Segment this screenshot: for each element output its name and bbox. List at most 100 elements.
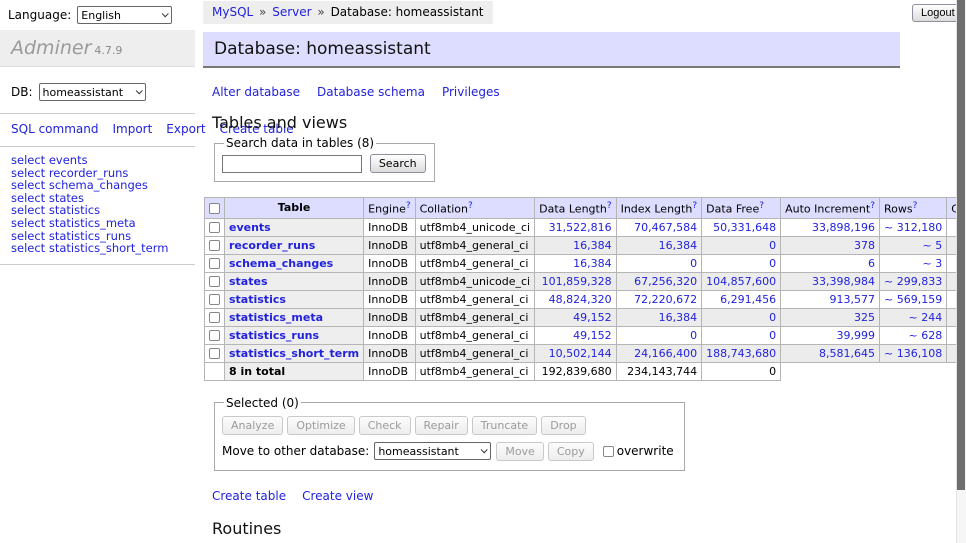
- row-checkbox[interactable]: [209, 348, 220, 359]
- data-length-link[interactable]: 49,152: [573, 329, 612, 342]
- table-total-row: 8 in totalInnoDButf8mb4_general_ci192,83…: [205, 362, 966, 380]
- move-button[interactable]: Move: [496, 442, 544, 461]
- data-length-link[interactable]: 101,859,328: [542, 275, 612, 288]
- auto-increment-link[interactable]: 913,577: [830, 293, 876, 306]
- row-checkbox[interactable]: [209, 294, 220, 305]
- rows-link[interactable]: ~ 628: [908, 329, 942, 342]
- table-name-link[interactable]: states: [229, 275, 268, 288]
- repair-button[interactable]: Repair: [415, 416, 468, 435]
- overwrite-checkbox[interactable]: [603, 446, 614, 457]
- sidebar-select-statistics_short_term[interactable]: select statistics_short_term: [11, 242, 195, 255]
- rows-link[interactable]: ~ 244: [908, 311, 942, 324]
- table-name-link[interactable]: statistics_meta: [229, 311, 323, 324]
- row-checkbox[interactable]: [209, 222, 220, 233]
- row-checkbox[interactable]: [209, 240, 220, 251]
- table-name-link[interactable]: statistics: [229, 293, 286, 306]
- table-name-link[interactable]: events: [229, 221, 271, 234]
- table-name-link[interactable]: statistics_runs: [229, 329, 319, 342]
- sidebar-link-sql-command[interactable]: SQL command: [11, 122, 98, 136]
- data-free-link[interactable]: 0: [769, 239, 776, 252]
- index-length-link[interactable]: 67,256,320: [634, 275, 697, 288]
- data-free-link[interactable]: 104,857,600: [706, 275, 776, 288]
- auto-increment-link[interactable]: 6: [868, 257, 875, 270]
- analyze-button[interactable]: Analyze: [222, 416, 283, 435]
- rows-link[interactable]: ~ 136,108: [884, 347, 942, 360]
- help-link[interactable]: ?: [692, 201, 697, 211]
- data-free-link[interactable]: 188,743,680: [706, 347, 776, 360]
- index-length-link[interactable]: 16,384: [659, 311, 698, 324]
- index-length-link[interactable]: 16,384: [659, 239, 698, 252]
- data-length-link[interactable]: 10,502,144: [549, 347, 612, 360]
- help-link[interactable]: ?: [468, 201, 473, 211]
- help-link[interactable]: ?: [607, 201, 612, 211]
- db-select[interactable]: homeassistant: [39, 83, 146, 101]
- data-length-link[interactable]: 16,384: [573, 239, 612, 252]
- rows-link[interactable]: ~ 3: [922, 257, 942, 270]
- data-free-link[interactable]: 6,291,456: [720, 293, 776, 306]
- data-free-link[interactable]: 50,331,648: [713, 221, 776, 234]
- row-checkbox[interactable]: [209, 330, 220, 341]
- truncate-button[interactable]: Truncate: [472, 416, 537, 435]
- auto-increment-link[interactable]: 33,898,196: [812, 221, 875, 234]
- data-length-link[interactable]: 31,522,816: [549, 221, 612, 234]
- copy-button[interactable]: Copy: [548, 442, 594, 461]
- sidebar-select-schema_changes[interactable]: select schema_changes: [11, 179, 195, 192]
- index-length-link[interactable]: 70,467,584: [634, 221, 697, 234]
- action-link-alter-database[interactable]: Alter database: [212, 85, 300, 99]
- help-link[interactable]: ?: [913, 201, 918, 211]
- auto-increment-cell: 378: [781, 236, 880, 254]
- search-button[interactable]: Search: [370, 154, 426, 173]
- help-link[interactable]: ?: [870, 201, 875, 211]
- auto-increment-link[interactable]: 33,398,984: [812, 275, 875, 288]
- index-length-link[interactable]: 0: [690, 329, 697, 342]
- link-create-view[interactable]: Create view: [302, 489, 373, 503]
- help-link[interactable]: ?: [406, 201, 411, 211]
- sidebar-select-events[interactable]: select events: [11, 154, 195, 167]
- link-create-table[interactable]: Create table: [212, 489, 286, 503]
- breadcrumb-mysql-link[interactable]: MySQL: [212, 5, 253, 19]
- row-checkbox-cell: [205, 236, 225, 254]
- action-link-database-schema[interactable]: Database schema: [317, 85, 425, 99]
- rows-link[interactable]: ~ 5: [922, 239, 942, 252]
- index-length-link[interactable]: 0: [690, 257, 697, 270]
- row-checkbox[interactable]: [209, 276, 220, 287]
- auto-increment-link[interactable]: 39,999: [837, 329, 876, 342]
- sidebar-link-export[interactable]: Export: [166, 122, 205, 136]
- index-length-link[interactable]: 72,220,672: [634, 293, 697, 306]
- vertical-scrollbar-thumb[interactable]: [957, 0, 965, 490]
- auto-increment-link[interactable]: 325: [854, 311, 875, 324]
- drop-button[interactable]: Drop: [541, 416, 585, 435]
- action-link-privileges[interactable]: Privileges: [442, 85, 500, 99]
- breadcrumb-server-link[interactable]: Server: [272, 5, 311, 19]
- rows-link[interactable]: ~ 569,159: [884, 293, 942, 306]
- table-name-link[interactable]: recorder_runs: [229, 239, 315, 252]
- table-name-cell: recorder_runs: [225, 236, 364, 254]
- auto-increment-link[interactable]: 8,581,645: [819, 347, 875, 360]
- sidebar-select-statistics_meta[interactable]: select statistics_meta: [11, 217, 195, 230]
- sidebar-link-import[interactable]: Import: [112, 122, 152, 136]
- row-checkbox[interactable]: [209, 258, 220, 269]
- collation-cell: utf8mb4_unicode_ci: [415, 272, 534, 290]
- language-select[interactable]: English: [77, 6, 172, 24]
- rows-link[interactable]: ~ 312,180: [884, 221, 942, 234]
- data-free-link[interactable]: 0: [769, 311, 776, 324]
- move-db-select[interactable]: homeassistant: [374, 442, 491, 460]
- optimize-button[interactable]: Optimize: [287, 416, 354, 435]
- auto-increment-link[interactable]: 378: [854, 239, 875, 252]
- data-length-link[interactable]: 48,824,320: [549, 293, 612, 306]
- check-button[interactable]: Check: [359, 416, 411, 435]
- column-header-engine: Engine?: [364, 198, 415, 219]
- search-input[interactable]: [222, 155, 362, 173]
- vertical-scrollbar-track[interactable]: [956, 0, 966, 543]
- rows-link[interactable]: ~ 299,833: [884, 275, 942, 288]
- data-free-link[interactable]: 0: [769, 329, 776, 342]
- row-checkbox[interactable]: [209, 312, 220, 323]
- table-name-link[interactable]: statistics_short_term: [229, 347, 359, 360]
- index-length-link[interactable]: 24,166,400: [634, 347, 697, 360]
- select-all-checkbox[interactable]: [209, 203, 220, 214]
- data-free-link[interactable]: 0: [769, 257, 776, 270]
- data-length-link[interactable]: 16,384: [573, 257, 612, 270]
- table-name-link[interactable]: schema_changes: [229, 257, 333, 270]
- help-link[interactable]: ?: [759, 201, 764, 211]
- data-length-link[interactable]: 49,152: [573, 311, 612, 324]
